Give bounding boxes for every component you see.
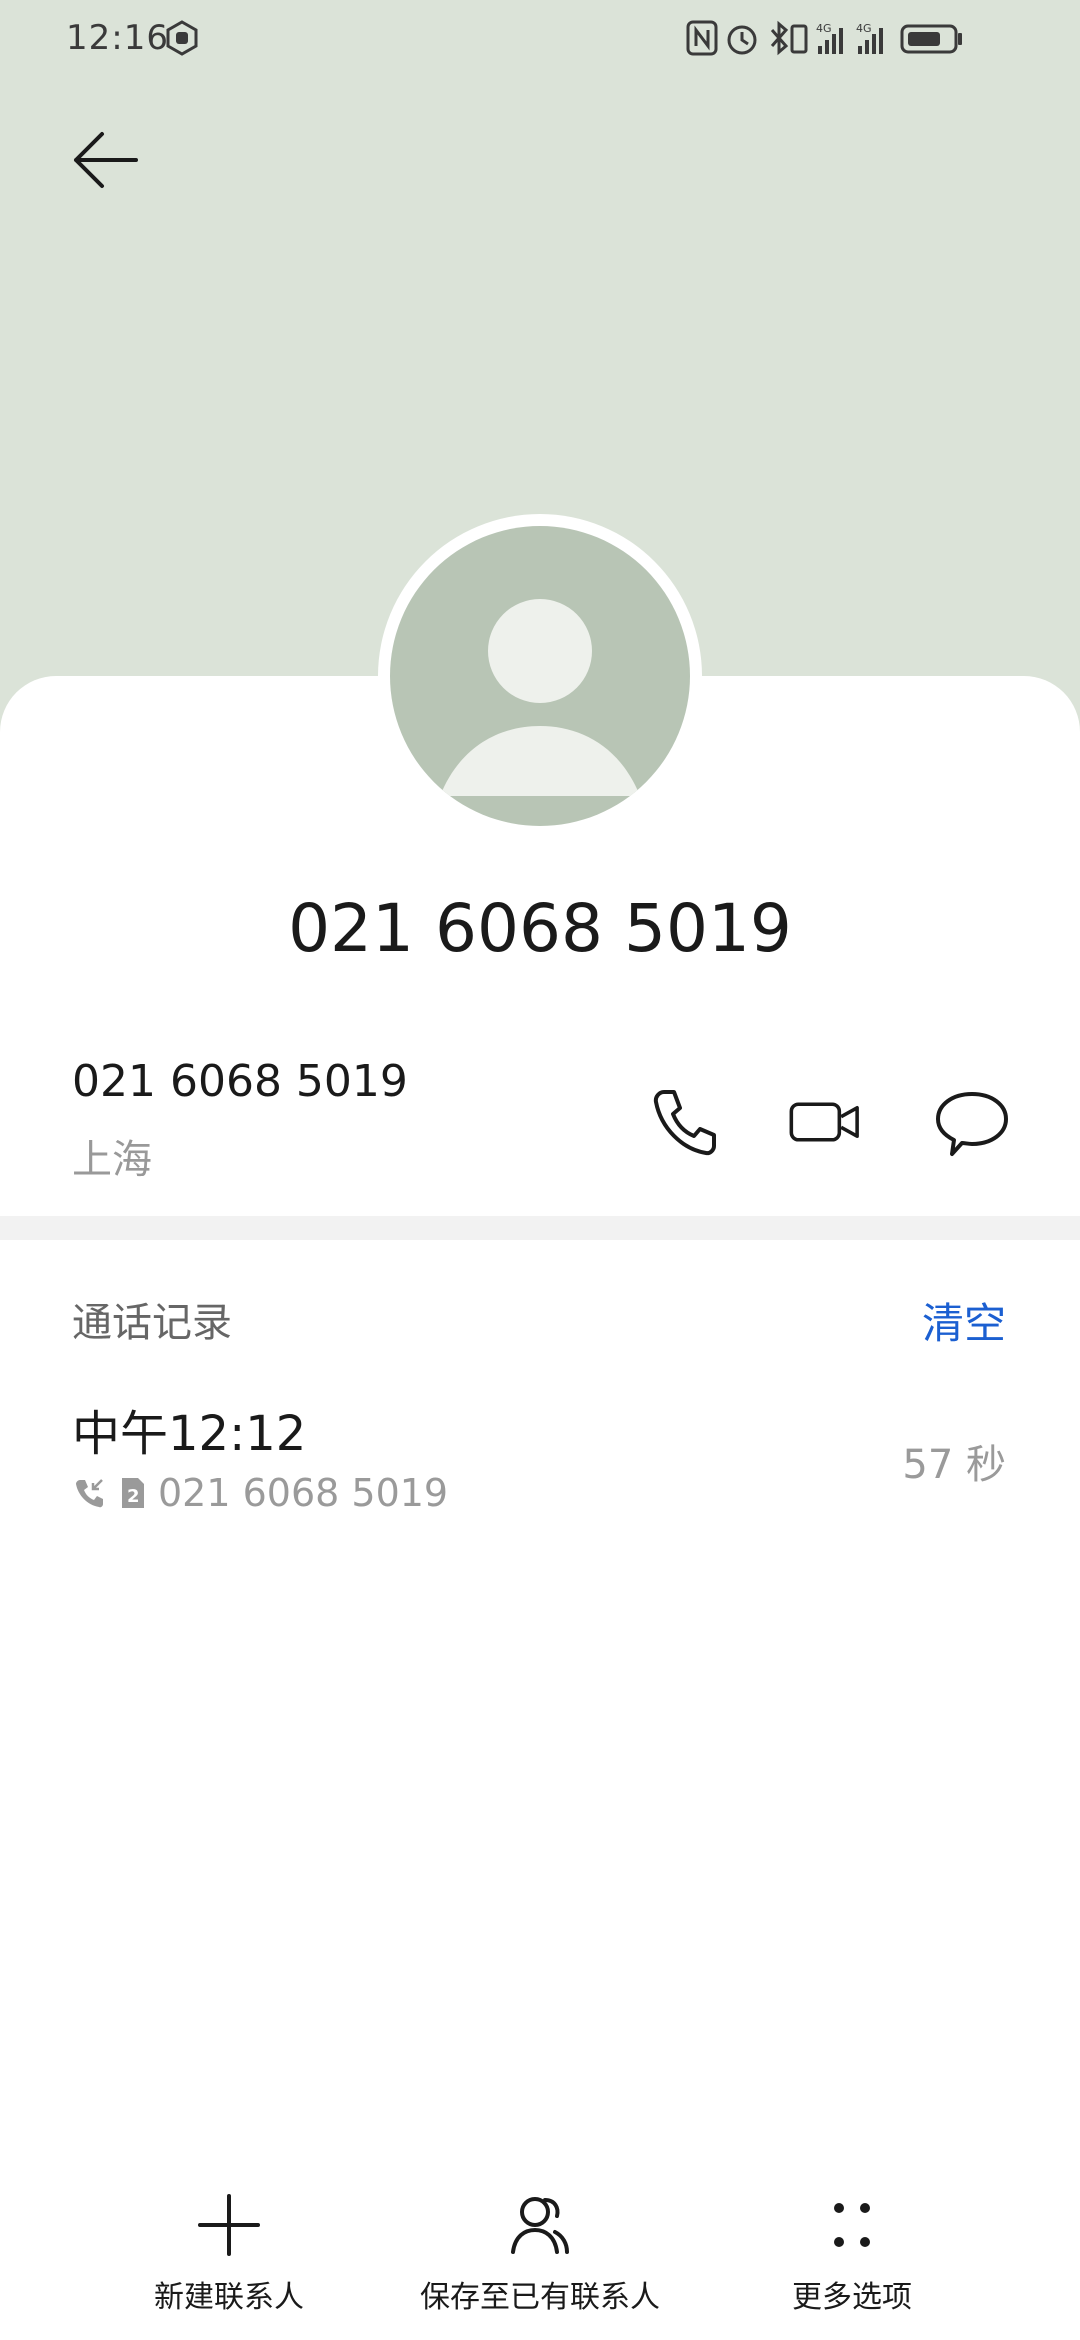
sim-2-icon: 2 xyxy=(122,1478,144,1508)
call-number: 021 6068 5019 xyxy=(158,1471,449,1515)
number-location: 上海 xyxy=(72,1137,152,1183)
avatar[interactable] xyxy=(390,526,690,826)
new-contact-label: 新建联系人 xyxy=(154,2280,304,2315)
back-button[interactable] xyxy=(66,120,146,200)
more-options-button[interactable]: 更多选项 xyxy=(762,2190,942,2340)
save-to-existing-label: 保存至已有联系人 xyxy=(420,2280,660,2315)
call-meta: 2 021 6068 5019 xyxy=(72,1470,448,1516)
save-to-existing-button[interactable]: 保存至已有联系人 xyxy=(380,2190,700,2340)
battery-saver-icon xyxy=(790,24,808,54)
hand-icon xyxy=(166,20,198,56)
phone-icon[interactable] xyxy=(644,1082,724,1162)
alarm-icon xyxy=(727,25,757,55)
contact-display-name: 021 6068 5019 xyxy=(288,890,792,967)
svg-text:2: 2 xyxy=(127,1486,140,1507)
more-options-label: 更多选项 xyxy=(792,2280,912,2315)
arrow-left-icon xyxy=(74,132,138,188)
status-icons: 4G 4G xyxy=(686,20,962,56)
bluetooth-icon xyxy=(770,20,789,56)
signal-1-icon: 4G xyxy=(816,22,843,54)
video-call-icon[interactable] xyxy=(786,1082,866,1162)
new-contact-button[interactable]: 新建联系人 xyxy=(134,2190,324,2340)
section-divider xyxy=(0,1216,1080,1240)
call-time: 中午12:12 xyxy=(72,1406,307,1462)
phone-number: 021 6068 5019 xyxy=(72,1056,408,1107)
phone-number-row[interactable]: 021 6068 5019 上海 xyxy=(72,1056,408,1185)
signal-2-icon: 4G xyxy=(856,22,883,54)
more-dots-icon xyxy=(834,2203,870,2247)
svg-text:4G: 4G xyxy=(856,22,872,35)
svg-text:4G: 4G xyxy=(816,22,832,35)
status-time: 12:16 xyxy=(66,18,169,58)
plus-icon xyxy=(198,2194,260,2256)
message-icon[interactable] xyxy=(932,1082,1012,1162)
call-log-title: 通话记录 xyxy=(72,1300,232,1346)
call-duration: 57 秒 xyxy=(902,1442,1006,1488)
battery-icon xyxy=(900,24,962,54)
person-add-icon xyxy=(511,2197,569,2254)
nfc-icon xyxy=(686,20,718,56)
clear-call-log-button[interactable]: 清空 xyxy=(922,1290,1006,1351)
person-placeholder-icon xyxy=(440,599,640,796)
incoming-call-icon xyxy=(76,1479,103,1508)
status-bar: 12:16 4G 4G xyxy=(0,0,1080,76)
bottom-action-bar: 新建联系人 保存至已有联系人 更多选项 xyxy=(0,2190,1080,2340)
